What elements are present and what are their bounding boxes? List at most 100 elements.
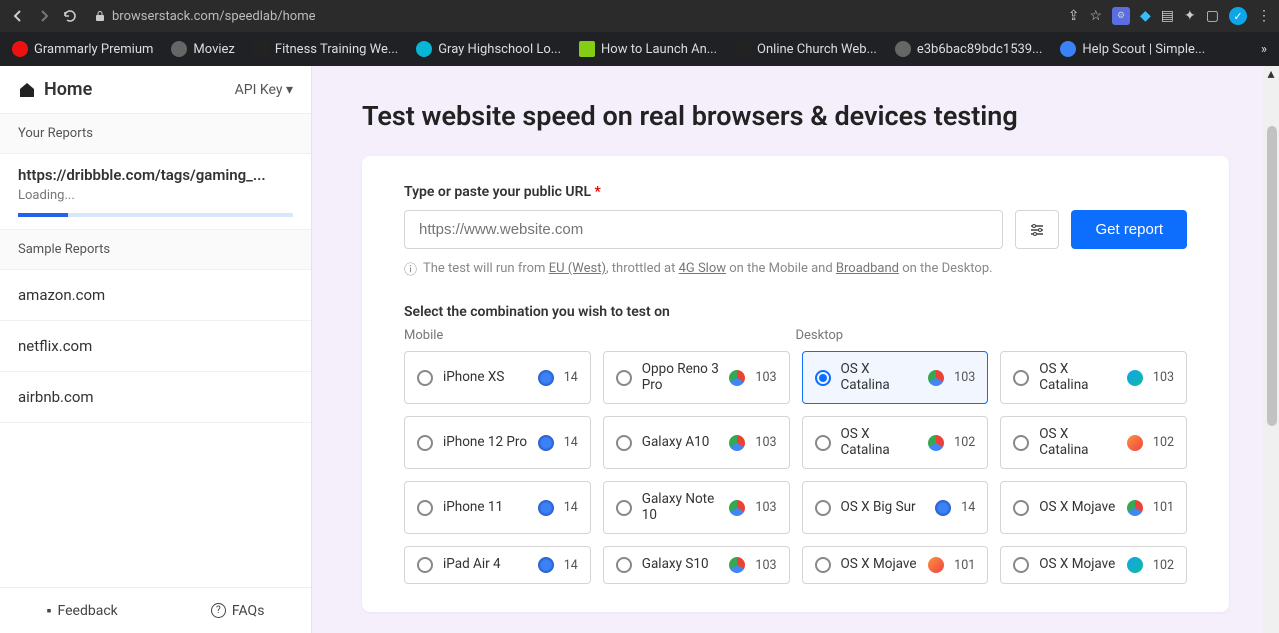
back-button[interactable]: [8, 6, 28, 26]
safari-icon: [538, 500, 554, 516]
throttle-link[interactable]: 4G Slow: [679, 261, 726, 276]
extensions-icon[interactable]: ✦: [1184, 8, 1196, 24]
browser-version: 101: [954, 558, 975, 573]
location-link[interactable]: EU (West): [549, 261, 606, 276]
feedback-link[interactable]: ▪ Feedback: [47, 602, 118, 619]
radio-icon: [1013, 370, 1029, 386]
chrome-icon: [1127, 500, 1143, 516]
radio-icon: [815, 557, 831, 573]
browser-version: 101: [1153, 500, 1174, 515]
test-card: Type or paste your public URL * Get repo…: [362, 156, 1229, 612]
device-option[interactable]: iPhone 1114: [404, 481, 591, 534]
ext-icon-1[interactable]: ⚙: [1112, 7, 1130, 25]
ext-icon-2[interactable]: ◆: [1140, 8, 1151, 24]
device-option[interactable]: Galaxy S10103: [603, 546, 790, 584]
browser-version: 102: [1153, 558, 1174, 573]
lock-icon: [94, 10, 106, 22]
main-content: Test website speed on real browsers & de…: [312, 66, 1279, 633]
bookmark-item[interactable]: Help Scout | Simple...: [1060, 41, 1205, 57]
device-name: iPad Air 4: [443, 557, 528, 573]
bookmark-label: Fitness Training We...: [275, 42, 398, 57]
device-name: iPhone 12 Pro: [443, 435, 528, 451]
bookmark-favicon-icon: [895, 41, 911, 57]
bookmark-favicon-icon: [579, 41, 595, 57]
bookmark-item[interactable]: How to Launch An...: [579, 41, 717, 57]
share-icon[interactable]: ⇪: [1068, 8, 1080, 24]
device-option[interactable]: Oppo Reno 3 Pro103: [603, 351, 790, 404]
radio-icon: [1013, 557, 1029, 573]
device-name: OS X Catalina: [841, 362, 919, 393]
current-report[interactable]: https://dribbble.com/tags/gaming_... Loa…: [0, 154, 311, 230]
radio-icon: [815, 500, 831, 516]
bookmark-item[interactable]: Fitness Training We...: [253, 41, 398, 57]
address-bar[interactable]: browserstack.com/speedlab/home: [86, 9, 1062, 24]
menu-icon[interactable]: ⋮: [1257, 8, 1271, 24]
chrome-icon: [928, 435, 944, 451]
get-report-button[interactable]: Get report: [1071, 210, 1187, 249]
sample-report-item[interactable]: netflix.com: [0, 321, 311, 372]
apikey-dropdown[interactable]: API Key ▾: [235, 82, 293, 98]
ext-icon-3[interactable]: ▤: [1161, 8, 1174, 24]
star-icon[interactable]: ☆: [1089, 8, 1102, 24]
bookmark-item[interactable]: Moviez: [171, 41, 234, 57]
bookmark-label: Online Church Web...: [757, 42, 877, 57]
current-report-title: https://dribbble.com/tags/gaming_...: [18, 166, 293, 184]
faqs-link[interactable]: ? FAQs: [211, 603, 265, 619]
device-option[interactable]: OS X Mojave101: [802, 546, 989, 584]
bookmarks-overflow[interactable]: »: [1261, 42, 1267, 57]
device-option[interactable]: OS X Catalina102: [802, 416, 989, 469]
safari-icon: [935, 500, 951, 516]
bookmark-favicon-icon: [253, 41, 269, 57]
section-sample-reports: Sample Reports: [0, 230, 311, 270]
bookmark-item[interactable]: Gray Highschool Lo...: [416, 41, 561, 57]
bookmark-favicon-icon: [12, 41, 28, 57]
chrome-icon: [729, 435, 745, 451]
sample-report-item[interactable]: amazon.com: [0, 270, 311, 321]
sample-report-item[interactable]: airbnb.com: [0, 372, 311, 423]
current-report-status: Loading...: [18, 188, 293, 203]
chrome-icon: [729, 500, 745, 516]
device-option[interactable]: Galaxy A10103: [603, 416, 790, 469]
device-option[interactable]: OS X Catalina103: [1000, 351, 1187, 404]
browser-toolbar: browserstack.com/speedlab/home ⇪ ☆ ⚙ ◆ ▤…: [0, 0, 1279, 32]
bookmarks-bar: Grammarly Premium Moviez Fitness Training …: [0, 32, 1279, 66]
sliders-icon: [1028, 221, 1046, 239]
scrollbar-thumb[interactable]: [1267, 126, 1277, 426]
edge-icon: [1127, 370, 1143, 386]
radio-icon: [417, 557, 433, 573]
window-icon[interactable]: ▢: [1206, 8, 1219, 24]
browser-version: 103: [1153, 370, 1174, 385]
url-input[interactable]: [404, 210, 1003, 249]
bookmark-favicon-icon: [416, 41, 432, 57]
device-name: Galaxy S10: [642, 557, 720, 573]
home-link[interactable]: Home: [18, 79, 92, 100]
device-option[interactable]: OS X Mojave101: [1000, 481, 1187, 534]
forward-button[interactable]: [34, 6, 54, 26]
device-name: OS X Catalina: [1039, 427, 1117, 458]
device-option[interactable]: Galaxy Note 10103: [603, 481, 790, 534]
device-option[interactable]: OS X Catalina103: [802, 351, 989, 404]
browser-version: 102: [1153, 435, 1174, 450]
profile-icon[interactable]: ✓: [1229, 7, 1247, 25]
bookmark-favicon-icon: [735, 41, 751, 57]
device-name: iPhone XS: [443, 370, 528, 386]
scrollbar-track[interactable]: ▴: [1263, 66, 1279, 633]
device-name: Galaxy A10: [642, 435, 720, 451]
broadband-link[interactable]: Broadband: [836, 261, 899, 276]
bookmark-label: How to Launch An...: [601, 42, 717, 57]
reload-button[interactable]: [60, 6, 80, 26]
device-option[interactable]: iPhone 12 Pro14: [404, 416, 591, 469]
bookmark-item[interactable]: Grammarly Premium: [12, 41, 153, 57]
device-option[interactable]: OS X Catalina 102: [1000, 416, 1187, 469]
settings-button[interactable]: [1015, 210, 1059, 249]
bookmark-item[interactable]: e3b6bac89bdc1539...: [895, 41, 1043, 57]
bookmark-item[interactable]: Online Church Web...: [735, 41, 877, 57]
chrome-icon: [729, 370, 745, 386]
device-option[interactable]: OS X Big Sur14: [802, 481, 989, 534]
device-option[interactable]: iPhone XS14: [404, 351, 591, 404]
safari-icon: [538, 435, 554, 451]
safari-icon: [538, 557, 554, 573]
device-option[interactable]: iPad Air 414: [404, 546, 591, 584]
device-option[interactable]: OS X Mojave102: [1000, 546, 1187, 584]
bookmark-label: Gray Highschool Lo...: [438, 42, 561, 57]
